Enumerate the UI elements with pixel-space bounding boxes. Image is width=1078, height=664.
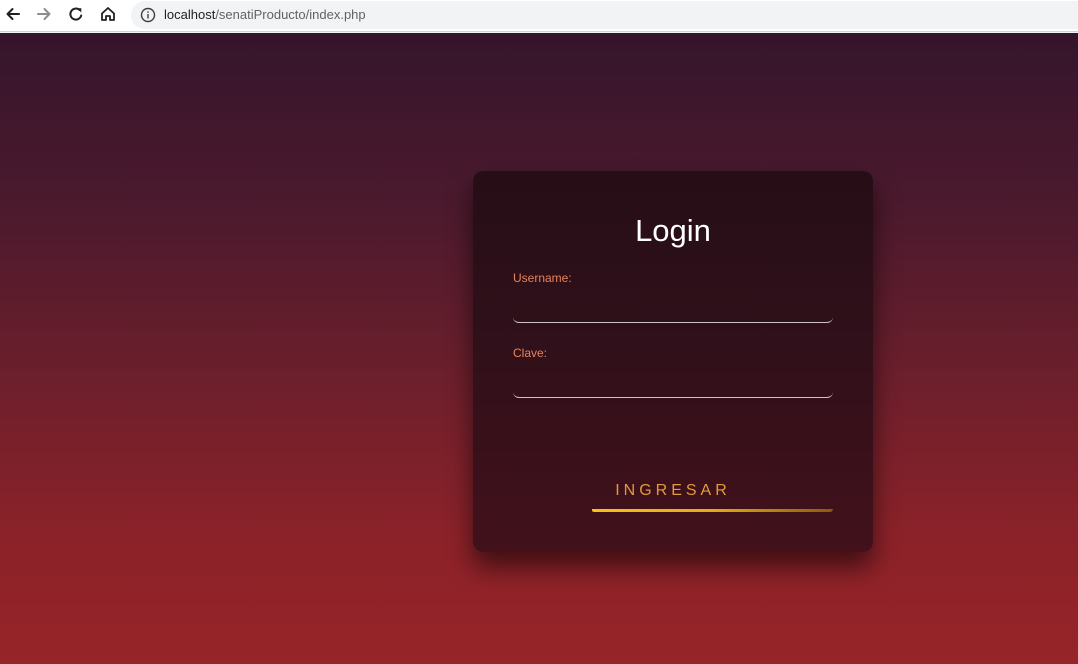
back-button[interactable]: [2, 3, 24, 25]
address-bar[interactable]: localhost/senatiProducto/index.php: [131, 1, 1078, 29]
username-input[interactable]: [513, 297, 833, 323]
url-text[interactable]: localhost/senatiProducto/index.php: [164, 7, 366, 22]
info-icon[interactable]: [140, 7, 156, 23]
home-icon: [101, 7, 115, 21]
page-background: Login Username: Clave: INGRESAR: [0, 33, 1078, 664]
arrow-left-icon: [6, 8, 20, 20]
arrow-right-icon: [37, 8, 51, 20]
url-host: localhost: [164, 7, 216, 22]
password-input[interactable]: [513, 372, 833, 398]
ingresar-button[interactable]: INGRESAR: [592, 471, 833, 513]
login-card: Login Username: Clave: INGRESAR: [473, 171, 873, 552]
login-title: Login: [635, 213, 711, 248]
reload-icon: [69, 7, 83, 21]
browser-toolbar: localhost/senatiProducto/index.php: [0, 0, 1078, 32]
button-underline: [592, 509, 833, 512]
reload-button[interactable]: [65, 3, 87, 25]
ingresar-label: INGRESAR: [615, 482, 731, 499]
password-label: Clave:: [513, 346, 548, 360]
forward-button[interactable]: [33, 3, 55, 25]
url-path: /senatiProducto/index.php: [215, 7, 366, 22]
username-label: Username:: [513, 271, 572, 285]
home-button[interactable]: [97, 3, 119, 25]
